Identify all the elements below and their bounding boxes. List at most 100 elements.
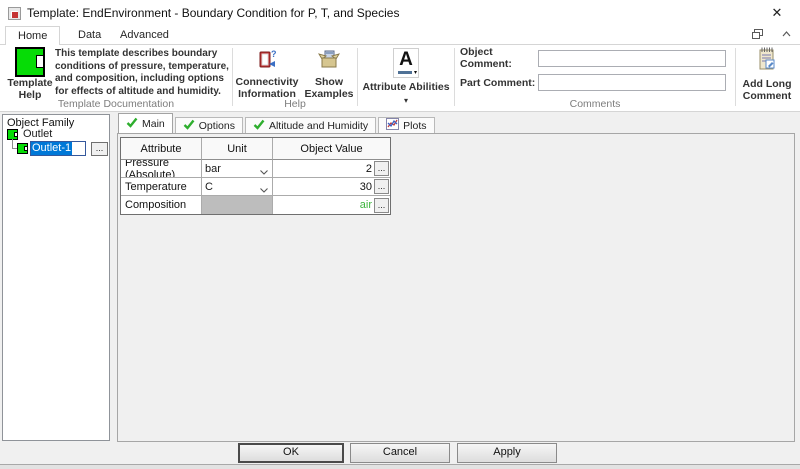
template-dialog-window: Template: EndEnvironment - Boundary Cond…	[0, 0, 800, 469]
part-comment-input[interactable]	[538, 74, 726, 91]
unit-cell	[202, 196, 273, 214]
header-unit: Unit	[202, 138, 273, 160]
group-comments: Object Comment: Part Comment: Comments	[455, 45, 735, 111]
object-comment-input[interactable]	[538, 49, 726, 67]
tree-item-outlet-label: Outlet	[23, 128, 53, 140]
value-cell: air ...	[273, 196, 390, 214]
add-long-comment-button[interactable]: Add Long Comment	[736, 46, 798, 102]
composition-ellipsis-button[interactable]: ...	[374, 197, 389, 213]
group-label-help: Help	[284, 98, 306, 110]
pressure-ellipsis-button[interactable]: ...	[374, 161, 389, 176]
collapse-ribbon-icon[interactable]	[781, 29, 792, 39]
chart-icon	[386, 118, 400, 133]
ribbon-body: Template Help This template describes bo…	[0, 45, 800, 112]
ok-button[interactable]: OK	[238, 443, 344, 463]
cancel-button[interactable]: Cancel	[350, 443, 450, 463]
dropdown-arrow-icon: ▾	[403, 96, 408, 105]
tab-main-label: Main	[142, 117, 165, 130]
attribute-table: Attribute Unit Object Value Pressure (Ab…	[120, 137, 391, 215]
close-icon[interactable]: ✕	[766, 3, 788, 23]
table-header-row: Attribute Unit Object Value	[121, 138, 390, 160]
outlet-1-ellipsis-button[interactable]: ...	[91, 141, 108, 156]
tab-options-label: Options	[198, 119, 235, 132]
tab-plots-label: Plots	[403, 119, 427, 132]
ribbon-tab-strip: Home Data Advanced	[0, 26, 800, 45]
check-icon	[253, 119, 265, 133]
attribute-abilities-label: Attribute Abilities	[362, 81, 450, 93]
window-bottom-edge	[0, 464, 800, 469]
composition-value-field[interactable]: air	[273, 199, 374, 211]
connectivity-book-icon: ?	[256, 48, 278, 73]
unit-value: bar	[205, 162, 221, 175]
table-row-composition: Composition air ...	[121, 196, 390, 214]
group-help: ? Connectivity Information Show Examples…	[233, 45, 357, 111]
object-comment-label: Object Comment:	[460, 46, 512, 70]
temperature-ellipsis-button[interactable]: ...	[374, 179, 389, 194]
value-cell: 2 ...	[273, 160, 390, 178]
svg-text:?: ?	[271, 49, 277, 59]
unit-value: C	[205, 180, 213, 193]
ribbon-tab-data[interactable]: Data	[66, 26, 113, 45]
chevron-down-icon	[260, 166, 268, 177]
pressure-value-field[interactable]: 2	[273, 163, 374, 175]
dialog-client-area: Object Family Outlet Outlet-1 ... Main O…	[0, 112, 800, 443]
tree-item-outlet-1[interactable]: Outlet-1 ...	[17, 141, 108, 156]
tab-main[interactable]: Main	[118, 113, 173, 133]
part-comment-label: Part Comment:	[460, 76, 536, 89]
group-label-comments: Comments	[569, 98, 621, 110]
connectivity-information-button[interactable]: ? Connectivity Information	[235, 48, 299, 100]
dialog-button-bar: OK Cancel Apply	[0, 443, 800, 464]
tab-altitude-label: Altitude and Humidity	[268, 119, 369, 132]
examples-box-icon	[317, 48, 341, 73]
attribute-abilities-button[interactable]: A ▾ Attribute Abilities ▾	[358, 48, 454, 105]
header-attribute: Attribute	[121, 138, 202, 160]
attribute-label: Pressure (Absolute)	[121, 160, 202, 178]
ribbon-display-options-icon[interactable]	[752, 29, 763, 39]
ribbon-tab-advanced[interactable]: Advanced	[108, 26, 181, 45]
group-attribute-abilities: A ▾ Attribute Abilities ▾	[358, 45, 454, 111]
check-icon	[126, 117, 138, 131]
object-family-panel: Object Family Outlet Outlet-1 ...	[2, 114, 110, 441]
table-row-temperature: Temperature C 30 ...	[121, 178, 390, 196]
group-add-long-comment: Add Long Comment	[736, 45, 798, 111]
temperature-value-field[interactable]: 30	[273, 181, 374, 193]
unit-cell: C	[202, 178, 273, 196]
window-title: Template: EndEnvironment - Boundary Cond…	[27, 6, 400, 20]
title-bar: Template: EndEnvironment - Boundary Cond…	[0, 0, 800, 26]
tab-page-main: Attribute Unit Object Value Pressure (Ab…	[117, 133, 795, 442]
composition-unit-disabled	[202, 196, 272, 214]
check-icon	[183, 119, 195, 133]
group-template-documentation: Template Help This template describes bo…	[0, 45, 232, 111]
apply-button[interactable]: Apply	[457, 443, 557, 463]
header-object-value: Object Value	[273, 138, 390, 160]
connectivity-information-label: Connectivity Information	[235, 76, 299, 100]
ribbon-tab-home[interactable]: Home	[5, 26, 61, 45]
pressure-unit-combobox[interactable]: bar	[202, 160, 272, 177]
app-icon	[8, 7, 21, 20]
page-tab-strip: Main Options Altitude and Humidity Plots	[118, 113, 435, 133]
notepad-icon	[757, 46, 777, 75]
table-row-pressure: Pressure (Absolute) bar 2 ...	[121, 160, 390, 178]
tree-item-name-input[interactable]: Outlet-1	[30, 141, 86, 156]
tab-plots[interactable]: Plots	[378, 117, 435, 133]
unit-cell: bar	[202, 160, 273, 178]
outlet-component-icon	[15, 47, 45, 77]
outlet-node-icon	[7, 128, 18, 140]
attribute-label: Composition	[121, 196, 202, 214]
group-label-template-documentation: Template Documentation	[57, 98, 175, 110]
main-panel: Main Options Altitude and Humidity Plots	[117, 113, 796, 442]
value-cell: 30 ...	[273, 178, 390, 196]
attribute-abilities-icon: A ▾	[393, 48, 419, 78]
show-examples-button[interactable]: Show Examples	[304, 48, 354, 100]
tree-item-name-selected-text: Outlet-1	[31, 142, 73, 155]
temperature-unit-combobox[interactable]: C	[202, 178, 272, 195]
template-description: This template describes boundary conditi…	[55, 48, 229, 97]
tab-options[interactable]: Options	[174, 117, 243, 133]
chevron-down-icon	[260, 184, 268, 195]
add-long-comment-label: Add Long Comment	[742, 78, 792, 102]
show-examples-label: Show Examples	[304, 76, 354, 100]
attribute-label: Temperature	[121, 178, 202, 196]
outlet-1-node-icon	[17, 143, 28, 154]
tab-altitude-and-humidity[interactable]: Altitude and Humidity	[244, 117, 377, 133]
template-help-button[interactable]: Template Help	[6, 47, 54, 105]
